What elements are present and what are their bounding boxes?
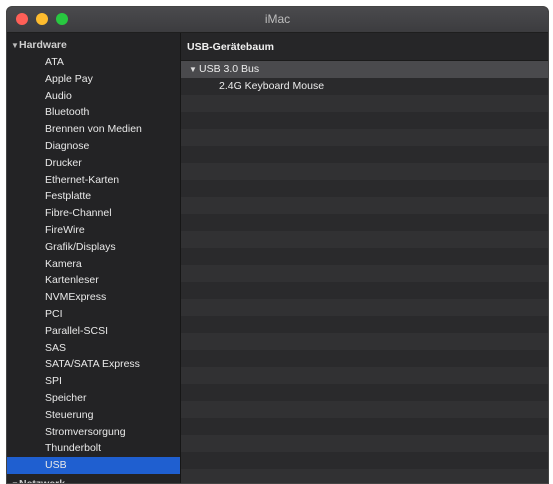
sidebar-item[interactable]: Audio: [7, 88, 180, 105]
sidebar-item[interactable]: Ethernet-Karten: [7, 172, 180, 189]
sidebar-item[interactable]: NVMExpress: [7, 289, 180, 306]
sidebar-group-label: Hardware: [19, 39, 67, 51]
sidebar-item-label: SAS: [45, 341, 67, 354]
sidebar-group-hardware[interactable]: ▼ Hardware: [7, 37, 180, 54]
sidebar-item-label: Thunderbolt: [45, 442, 102, 455]
sidebar-item-label: PCI: [45, 308, 63, 320]
sidebar-item-label: SPI: [45, 375, 62, 388]
main-panel: USB-Gerätebaum ▼ USB 3.0 Bus 2.4G Keyboa…: [181, 33, 548, 483]
sidebar-item[interactable]: USB: [7, 457, 180, 475]
sidebar: ▼ Hardware ATA Apple Pay Audio Bluetooth Bre…: [7, 33, 181, 483]
sidebar-item-label: Kartenleser: [45, 274, 99, 287]
sidebar-item-label: Ethernet-Karten: [45, 173, 120, 186]
sidebar-item-label: Steuerung: [45, 408, 94, 421]
sidebar-item-label: USB: [45, 459, 67, 472]
sidebar-item-label: ATA: [45, 56, 64, 68]
sidebar-item[interactable]: Steuerung: [7, 407, 180, 424]
sidebar-item[interactable]: SATA/SATA Express: [7, 356, 180, 373]
sidebar-item[interactable]: Kamera: [7, 256, 180, 273]
sidebar-item-label: Audio: [45, 89, 72, 102]
sidebar-item[interactable]: SPI: [7, 373, 180, 390]
sidebar-item-label: NVMExpress: [45, 291, 107, 304]
sidebar-item[interactable]: Kartenleser: [7, 272, 180, 289]
disclosure-triangle-icon[interactable]: ▼: [11, 37, 19, 54]
tree-row-label: 2.4G Keyboard Mouse: [219, 80, 325, 92]
sidebar-item-label: Stromversorgung: [45, 425, 126, 438]
sidebar-item-label: Speicher: [45, 392, 87, 404]
sidebar-item-label: Festplatte: [45, 190, 92, 203]
sidebar-item-label: Drucker: [45, 156, 82, 169]
system-information-window: iMac ▼ Hardware ATA Apple Pay Audio Bluetoo…: [6, 6, 549, 484]
sidebar-item[interactable]: Speicher: [7, 390, 180, 407]
sidebar-item-label: Fibre-Channel: [45, 207, 112, 220]
sidebar-item[interactable]: SAS: [7, 340, 180, 357]
sidebar-item-label: Bluetooth: [45, 106, 90, 119]
sidebar-item[interactable]: Diagnose: [7, 138, 180, 155]
sidebar-item[interactable]: Brennen von Medien: [7, 121, 180, 138]
sidebar-item-label: Diagnose: [45, 140, 90, 152]
sidebar-item-label: SATA/SATA Express: [45, 358, 140, 371]
sidebar-item[interactable]: FireWire: [7, 222, 180, 239]
tree-row-usb-bus[interactable]: ▼ USB 3.0 Bus: [181, 61, 548, 78]
sidebar-item[interactable]: PCI: [7, 306, 180, 323]
sidebar-item[interactable]: Apple Pay: [7, 71, 180, 88]
sidebar-item[interactable]: Thunderbolt: [7, 440, 180, 457]
sidebar-item-label: Grafik/Displays: [45, 240, 116, 253]
sidebar-item-label: Brennen von Medien: [45, 123, 142, 136]
sidebar-item[interactable]: Stromversorgung: [7, 424, 180, 441]
page-title: USB-Gerätebaum: [187, 41, 274, 53]
sidebar-item-label: Parallel-SCSI: [45, 324, 109, 337]
sidebar-item[interactable]: Fibre-Channel: [7, 205, 180, 222]
device-tree: ▼ USB 3.0 Bus 2.4G Keyboard Mouse: [181, 61, 548, 483]
sidebar-item-label: Kamera: [45, 257, 82, 270]
sidebar-item-label: FireWire: [45, 224, 85, 236]
sidebar-item[interactable]: Bluetooth: [7, 104, 180, 121]
sidebar-item-label: Apple Pay: [45, 72, 93, 85]
sidebar-item[interactable]: Parallel-SCSI: [7, 323, 180, 340]
window-title: iMac: [264, 12, 291, 26]
tree-row-label: USB 3.0 Bus: [199, 63, 260, 75]
sidebar-item[interactable]: ATA: [7, 54, 180, 71]
title-bar[interactable]: iMac: [7, 7, 548, 33]
sidebar-item[interactable]: Drucker: [7, 155, 180, 172]
tree-row-device[interactable]: 2.4G Keyboard Mouse: [181, 78, 548, 95]
main-header: USB-Gerätebaum: [181, 33, 548, 61]
disclosure-triangle-icon[interactable]: ▼: [189, 61, 197, 78]
sidebar-item[interactable]: Festplatte: [7, 188, 180, 205]
sidebar-item[interactable]: Grafik/Displays: [7, 239, 180, 256]
